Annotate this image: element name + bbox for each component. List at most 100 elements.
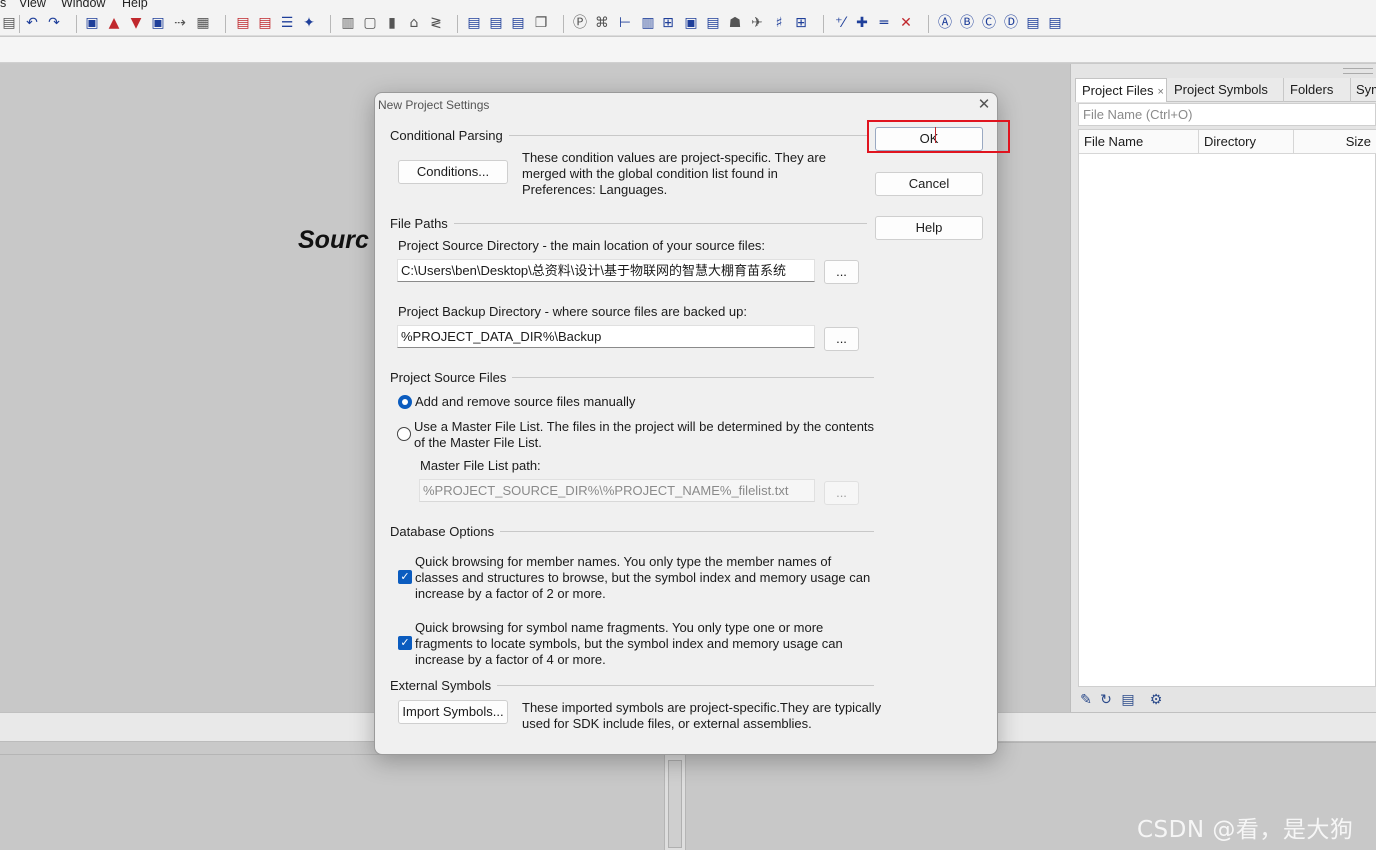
bottom-pane-left[interactable] — [0, 754, 664, 850]
menu-item-view[interactable]: View — [19, 0, 46, 10]
save-all-icon[interactable]: ▣ — [150, 15, 166, 31]
ok-highlight-box — [867, 120, 1010, 153]
tool-icon[interactable]: ≷ — [428, 15, 444, 31]
list-icon[interactable]: ▤ — [1119, 691, 1137, 709]
browse-icon[interactable]: ▦ — [195, 15, 211, 31]
column-header-file-name[interactable]: File Name — [1079, 130, 1199, 154]
f-icon[interactable]: ▤ — [1047, 15, 1063, 31]
windows-icon[interactable]: ❐ — [533, 15, 549, 31]
window-icon[interactable]: ▢ — [362, 15, 378, 31]
refresh-icon[interactable]: ↻ — [1097, 691, 1115, 709]
undo-icon[interactable]: ↶ — [24, 15, 40, 31]
master-path-label: Master File List path: — [420, 458, 541, 473]
master-file-list-radio[interactable] — [397, 427, 411, 441]
book-icon[interactable]: ▮ — [384, 15, 400, 31]
list-icon[interactable]: ☰ — [279, 15, 295, 31]
watermark: CSDN @看，是大狗 — [1137, 817, 1354, 843]
bookmark-next-icon[interactable]: ▤ — [257, 15, 273, 31]
pin-icon[interactable]: ♯ — [771, 15, 787, 31]
c-icon[interactable]: Ⓒ — [981, 15, 997, 31]
source-files-heading: Project Source Files — [390, 370, 513, 385]
fragment-browsing-checkbox[interactable]: ✓ — [398, 636, 412, 650]
layout3-icon[interactable]: ▤ — [510, 15, 526, 31]
p-icon[interactable]: Ⓟ — [572, 15, 588, 31]
menu-item-help[interactable]: Help — [122, 0, 148, 10]
toolbar-separator — [823, 15, 824, 33]
cancel-button[interactable]: Cancel — [875, 172, 983, 196]
project-icon[interactable]: ▥ — [340, 15, 356, 31]
jump-icon[interactable]: ⇢ — [172, 15, 188, 31]
manual-files-radio[interactable] — [398, 395, 412, 409]
master-path-browse-button: ... — [824, 481, 859, 505]
minus-icon[interactable]: ═ — [876, 15, 892, 31]
toolbar-separator — [76, 15, 77, 33]
source-directory-label: Project Source Directory - the main loca… — [398, 238, 766, 253]
tab-project-files[interactable]: Project Files × — [1075, 78, 1167, 102]
tree-icon[interactable]: ⊢ — [617, 15, 633, 31]
conditions-button[interactable]: Conditions... — [398, 160, 508, 184]
close-icon[interactable]: ✕ — [975, 95, 993, 113]
redo-icon[interactable]: ↷ — [46, 15, 62, 31]
bookmark-prev-icon[interactable]: ▤ — [235, 15, 251, 31]
grid-icon[interactable]: ⊞ — [793, 15, 809, 31]
relation-icon[interactable]: ⌘ — [594, 15, 610, 31]
toolbar-separator — [19, 15, 20, 33]
close-icon[interactable]: ✕ — [898, 15, 914, 31]
a-icon[interactable]: Ⓐ — [937, 15, 953, 31]
column-header-directory[interactable]: Directory — [1199, 130, 1294, 154]
toolbar-separator — [330, 15, 331, 33]
clip-icon[interactable]: ▣ — [683, 15, 699, 31]
import-symbols-button[interactable]: Import Symbols... — [398, 700, 508, 724]
member-browsing-label[interactable]: Quick browsing for member names. You onl… — [415, 554, 875, 602]
toolbar-separator — [563, 15, 564, 33]
source-directory-browse-button[interactable]: ... — [824, 260, 859, 284]
doc2-icon[interactable]: ☗ — [727, 15, 743, 31]
bottom-scrollbar[interactable] — [664, 754, 686, 850]
open-icon[interactable]: ▲ — [106, 15, 122, 31]
e-icon[interactable]: ▤ — [1025, 15, 1041, 31]
plus-icon[interactable]: ⁺⁄ — [832, 15, 848, 31]
settings-icon[interactable]: ⚙ — [1147, 691, 1165, 709]
edit-icon[interactable]: ✎ — [1077, 691, 1095, 709]
tab-close-icon[interactable]: × — [1158, 86, 1164, 98]
manual-files-label[interactable]: Add and remove source files manually — [415, 394, 855, 410]
scrollbar-thumb[interactable] — [668, 760, 682, 848]
menu-item-tools[interactable]: s — [0, 0, 6, 10]
tab-project-symbols[interactable]: Project Symbols — [1168, 78, 1284, 102]
backup-directory-browse-button[interactable]: ... — [824, 327, 859, 351]
doc-icon[interactable]: ▤ — [705, 15, 721, 31]
backup-directory-input[interactable]: %PROJECT_DATA_DIR%\Backup — [397, 325, 815, 348]
save-icon[interactable]: ▼ — [128, 15, 144, 31]
source-directory-input[interactable]: C:\Users\ben\Desktop\总资料\设计\基于物联网的智慧大棚育苗… — [397, 259, 815, 282]
new-file-icon[interactable]: ▣ — [84, 15, 100, 31]
file-name-search-input[interactable]: File Name (Ctrl+O) — [1078, 103, 1376, 126]
star-icon[interactable]: ✦ — [301, 15, 317, 31]
conditions-description: These condition values are project-speci… — [522, 150, 826, 197]
tab-symbols[interactable]: Sym — [1351, 78, 1376, 102]
add-icon[interactable]: ✚ — [854, 15, 870, 31]
master-file-list-label[interactable]: Use a Master File List. The files in the… — [414, 419, 878, 451]
symbol-icon[interactable]: ▥ — [640, 15, 656, 31]
project-panel-tabs: Project Files × Project Symbols Folders S… — [1075, 78, 1376, 102]
context-icon[interactable]: ⊞ — [660, 15, 676, 31]
bird-icon[interactable]: ✈ — [749, 15, 765, 31]
help-button[interactable]: Help — [875, 216, 983, 240]
tab-folders[interactable]: Folders — [1284, 78, 1351, 102]
editor-source-label: Sourc — [298, 226, 369, 254]
fragment-browsing-label[interactable]: Quick browsing for symbol name fragments… — [415, 620, 875, 668]
menu-item-window[interactable]: Window — [61, 0, 105, 10]
file-list[interactable]: File Name Directory Size — [1078, 129, 1376, 687]
toolbar-separator — [225, 15, 226, 33]
external-symbols-description: These imported symbols are project-speci… — [522, 700, 882, 731]
new-project-settings-dialog: New Project Settings ✕ Conditional Parsi… — [374, 92, 998, 755]
paste-icon[interactable]: ▤ — [1, 15, 17, 31]
panel-grip[interactable] — [1343, 68, 1373, 74]
database-options-heading: Database Options — [390, 524, 501, 539]
column-header-size[interactable]: Size — [1294, 130, 1376, 154]
layout-icon[interactable]: ▤ — [466, 15, 482, 31]
layout2-icon[interactable]: ▤ — [488, 15, 504, 31]
d-icon[interactable]: Ⓓ — [1003, 15, 1019, 31]
member-browsing-checkbox[interactable]: ✓ — [398, 570, 412, 584]
chart-icon[interactable]: ⌂ — [406, 15, 422, 31]
b-icon[interactable]: Ⓑ — [959, 15, 975, 31]
